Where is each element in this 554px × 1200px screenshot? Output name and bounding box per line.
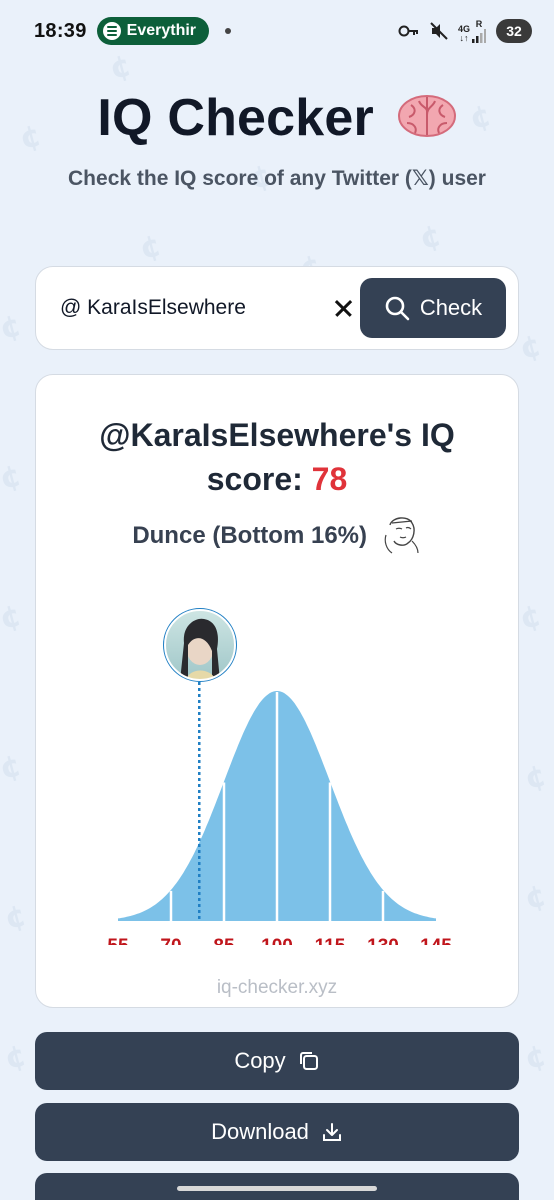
- status-bar: 18:39 Everythir 4G ↓↑ R 32: [0, 0, 554, 62]
- x-tick-label: 145: [420, 936, 452, 945]
- clear-icon[interactable]: [328, 293, 358, 323]
- x-tick-label: 55: [107, 936, 129, 945]
- watermark: iq-checker.xyz: [216, 977, 338, 998]
- user-avatar[interactable]: [163, 608, 237, 682]
- notification-dot-icon: [224, 28, 231, 34]
- x-tick-label: 85: [213, 936, 235, 945]
- x-axis-labels: 55 70 85 100 115 130 145: [107, 936, 452, 945]
- username-input[interactable]: [60, 296, 310, 320]
- search-bar: Check: [35, 266, 519, 350]
- result-title-prefix: @KaraIsElsewhere's IQ: [99, 417, 455, 453]
- x-tick-label: 115: [315, 936, 346, 945]
- search-icon: [385, 296, 410, 321]
- download-button-label: Download: [211, 1119, 309, 1144]
- iq-category-text: Dunce (Bottom 16%): [132, 522, 367, 549]
- x-tick-label: 70: [160, 936, 181, 945]
- iq-category: Dunce (Bottom 16%): [36, 515, 518, 555]
- page-title-text: IQ Checker: [97, 89, 374, 147]
- check-button[interactable]: Check: [360, 278, 506, 338]
- signal-icon: [472, 28, 486, 43]
- check-button-label: Check: [419, 295, 483, 320]
- iq-score: 78: [311, 461, 348, 497]
- page-subtitle: Check the IQ score of any Twitter (𝕏) us…: [68, 167, 486, 190]
- mute-icon: [430, 22, 448, 40]
- download-icon: [322, 1123, 341, 1141]
- x-tick-label: 100: [261, 936, 293, 945]
- spotify-icon: [102, 22, 121, 40]
- roaming-label: R: [475, 18, 483, 29]
- result-score-label: score:: [206, 461, 312, 497]
- copy-button-label: Copy: [234, 1048, 286, 1073]
- result-title: @KaraIsElsewhere's IQ score: 78: [36, 413, 518, 501]
- iq-distribution-chart: 55 70 85 100 115 130 145: [107, 608, 452, 945]
- copy-icon: [299, 1052, 318, 1070]
- copy-button[interactable]: Copy: [35, 1032, 519, 1090]
- page-title: IQ Checker: [0, 88, 554, 148]
- network-indicator: 4G ↓↑ R: [458, 18, 486, 43]
- media-pill[interactable]: Everythir: [96, 17, 209, 45]
- media-pill-label: Everythir: [126, 22, 197, 39]
- key-icon: [398, 25, 418, 37]
- download-button[interactable]: Download: [35, 1103, 519, 1161]
- status-time: 18:39: [34, 19, 87, 42]
- home-indicator[interactable]: [177, 1186, 377, 1191]
- result-card: @KaraIsElsewhere's IQ score: 78 Dunce (B…: [35, 374, 519, 1008]
- battery-indicator: 32: [496, 19, 532, 43]
- wojak-meme-icon: [384, 517, 419, 554]
- x-tick-label: 130: [367, 936, 399, 945]
- battery-level: 32: [506, 23, 522, 39]
- brain-icon: [397, 95, 456, 137]
- data-arrows-icon: ↓↑: [459, 32, 469, 43]
